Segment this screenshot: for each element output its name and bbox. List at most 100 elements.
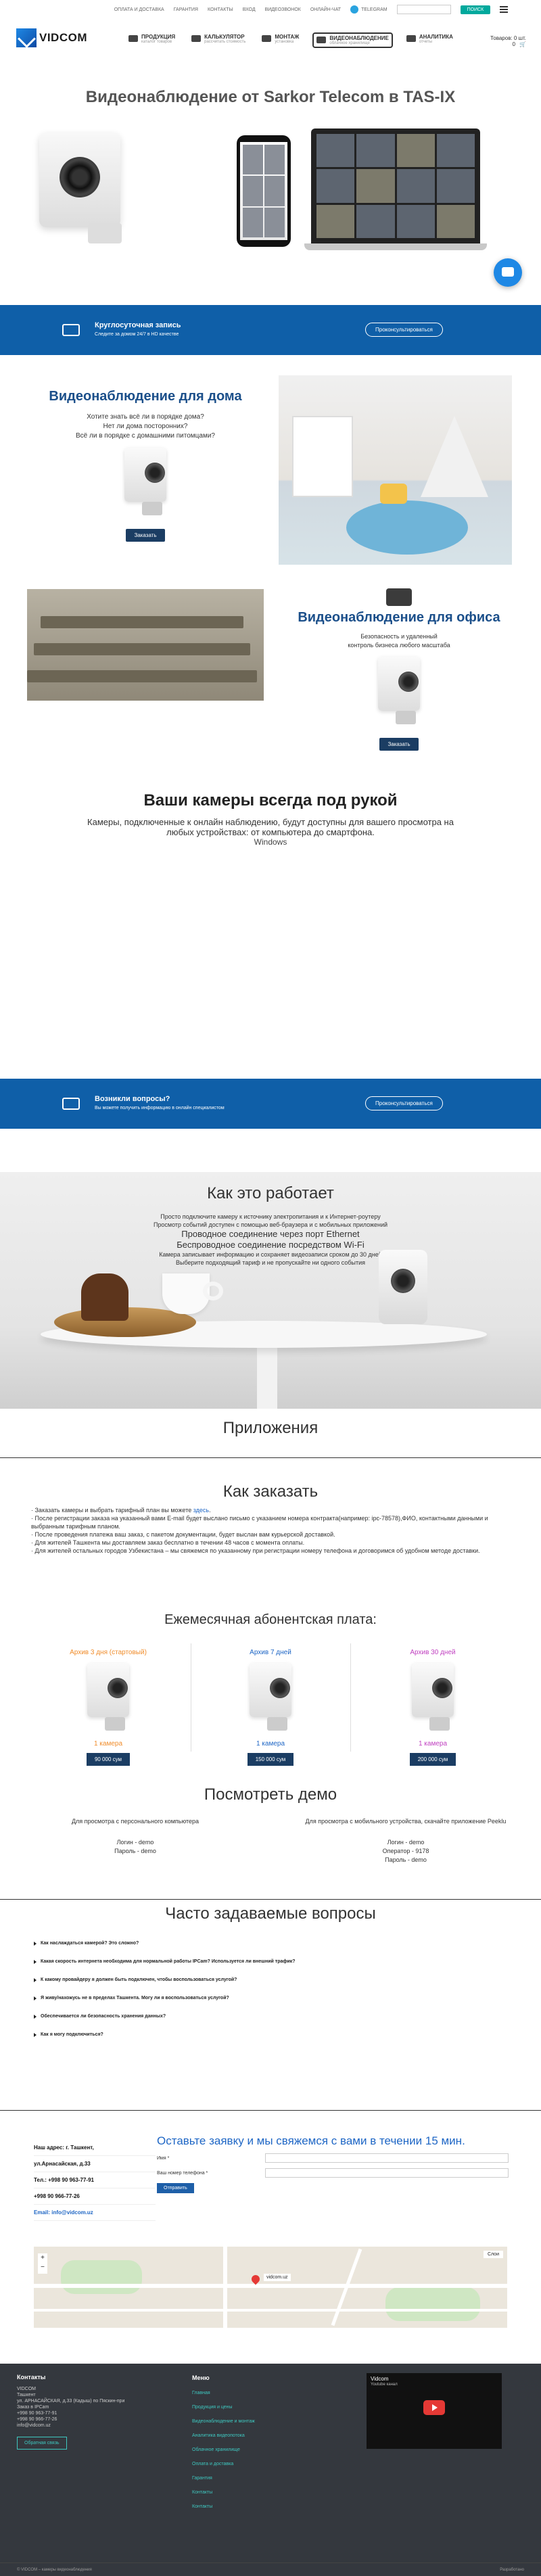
how-it-works-section: Как это работает Просто подключите камер…: [0, 1172, 541, 1409]
topbar-link-chat[interactable]: ОНЛАЙН-ЧАТ: [310, 7, 341, 12]
topbar-link-payment[interactable]: ОПЛАТА И ДОСТАВКА: [114, 7, 164, 12]
phone-field[interactable]: [265, 2168, 509, 2178]
home-title: Видеонаблюдение для дома: [49, 389, 242, 404]
footer-menu-item[interactable]: Контакты: [192, 2504, 354, 2519]
calculator-icon: [191, 35, 202, 42]
faq-item[interactable]: Какая скорость интернета необходима для …: [34, 1952, 507, 1971]
play-icon[interactable]: [423, 2400, 445, 2415]
logo[interactable]: VIDCOM: [16, 28, 87, 47]
office-icon: [386, 588, 412, 606]
nav-item-products[interactable]: ПРОДУКЦИЯ каталог товаров: [126, 32, 178, 48]
divider: [0, 1899, 541, 1900]
camera-image: [240, 1663, 301, 1737]
divider: [0, 2110, 541, 2111]
plan-card: Архив 30 дней 1 камера 200 000 сум: [365, 1649, 500, 1766]
order-office-button[interactable]: Заказать: [379, 738, 419, 751]
map-pin-icon[interactable]: [250, 2273, 262, 2285]
search-button[interactable]: ПОИСК: [460, 5, 491, 14]
faq-title: Часто задаваемые вопросы: [165, 1904, 376, 1923]
footer-menu-item[interactable]: Продукция и цены: [192, 2405, 354, 2419]
developer-link[interactable]: Разработано: [500, 2568, 524, 2572]
consult-button[interactable]: Проконсультироваться: [365, 1096, 443, 1110]
nav-item-surveillance[interactable]: ВИДЕОНАБЛЮДЕНИЕ облачное хранилище: [312, 32, 393, 48]
faq-item[interactable]: Обеспечивается ли безопасность хранения …: [34, 2007, 507, 2025]
chat-widget-icon[interactable]: [494, 258, 522, 287]
cart-label: Товаров: 0 шт.: [490, 35, 526, 41]
plan-price-button[interactable]: 90 000 сум: [86, 1753, 131, 1766]
chat-icon: [62, 324, 80, 336]
footer-menu-item[interactable]: Гарантия: [192, 2476, 354, 2490]
main-header: VIDCOM ПРОДУКЦИЯ каталог товаров КАЛЬКУЛЯ…: [0, 28, 541, 57]
footer-menu-item[interactable]: Оплата и доставка: [192, 2462, 354, 2476]
demo-section: Для просмотра с персонального компьютера…: [0, 1817, 541, 1865]
topbar-link-contacts[interactable]: КОНТАКТЫ: [208, 7, 233, 12]
plan-card: Архив 3 дня (стартовый) 1 камера 90 000 …: [41, 1649, 176, 1766]
footer: Контакты VIDCOM Ташкент ул. АРНАСАЙСКАЯ,…: [0, 2364, 541, 2576]
map-zoom-control[interactable]: + −: [38, 2253, 47, 2274]
nav-item-analytics[interactable]: АНАЛИТИКА отчеты: [404, 32, 456, 48]
nav-item-calculator[interactable]: КАЛЬКУЛЯТОР рассчитать стоимость: [189, 32, 248, 48]
cup-image: [162, 1273, 210, 1314]
camera-image: [115, 448, 176, 522]
demo-title: Посмотреть демо: [204, 1785, 337, 1804]
cloud-camera-icon: [316, 37, 327, 43]
office-section: Видеонаблюдение для офиса Безопасность и…: [291, 588, 507, 751]
name-field[interactable]: [265, 2153, 509, 2163]
installation-icon: [262, 35, 272, 42]
search-input[interactable]: [396, 5, 451, 14]
devices-title: Ваши камеры всегда под рукой: [143, 791, 398, 810]
kids-room-photo: [279, 375, 512, 565]
plan-price-button[interactable]: 150 000 сум: [247, 1753, 294, 1766]
order-step: · Для жителей Ташкента мы доставляем зак…: [31, 1539, 305, 1546]
order-step: · Для жителей остальных городов Узбекист…: [31, 1547, 480, 1554]
divider: [0, 1457, 541, 1458]
telegram-link[interactable]: TELEGRAM: [350, 5, 387, 14]
topbar-link-videocall[interactable]: ВИДЕОЗВОНОК: [265, 7, 301, 12]
main-nav: ПРОДУКЦИЯ каталог товаров КАЛЬКУЛЯТОР расс…: [126, 32, 456, 48]
cart[interactable]: Товаров: 0 шт. 0 🛒: [490, 35, 526, 47]
plan-price-button[interactable]: 200 000 сум: [409, 1753, 456, 1766]
order-here-link[interactable]: здесь: [193, 1507, 209, 1514]
consult-button[interactable]: Проконсультироваться: [365, 323, 443, 337]
send-button[interactable]: Отправить: [157, 2183, 194, 2193]
hero-title: Видеонаблюдение от Sarkor Telecom в TAS-…: [85, 88, 456, 106]
order-home-button[interactable]: Заказать: [126, 529, 165, 542]
plan-card: Архив 7 дней 1 камера 150 000 сум: [203, 1649, 338, 1766]
footer-menu-item[interactable]: Контакты: [192, 2490, 354, 2504]
camera-image: [39, 128, 134, 250]
nav-item-installation[interactable]: МОНТАЖ установка: [259, 32, 302, 48]
cart-icon: 🛒: [519, 41, 526, 47]
promo-banner-recording: Круглосуточная запись Следите за домом 2…: [0, 305, 541, 355]
form-title: Оставьте заявку и мы свяжемся с вами в т…: [157, 2134, 465, 2147]
footer-menu-item[interactable]: Видеонаблюдение и монтаж: [192, 2419, 354, 2433]
youtube-video[interactable]: Vidcom Youtube канал: [367, 2373, 502, 2449]
map[interactable]: + − vidcom.uz Слои: [34, 2247, 507, 2328]
contact-info: Наш адрес: г. Ташкент, ул.Арнасайская, д…: [34, 2140, 156, 2221]
map-layers-button[interactable]: Слои: [483, 2251, 503, 2258]
plans: Архив 3 дня (стартовый) 1 камера 90 000 …: [41, 1649, 500, 1766]
topbar: ОПЛАТА И ДОСТАВКА ГАРАНТИЯ КОНТАКТЫ ВХОД…: [0, 0, 541, 19]
callback-form: Оставьте заявку и мы свяжемся с вами в т…: [157, 2134, 509, 2193]
menu-icon[interactable]: [500, 6, 509, 13]
demo-mobile: Для просмотра с мобильного устройства, с…: [305, 1818, 507, 1863]
footer-contacts: Контакты VIDCOM Ташкент ул. АРНАСАЙСКАЯ,…: [17, 2374, 166, 2450]
analytics-icon: [406, 35, 416, 42]
footer-menu: Меню Главная Продукция и цены Видеонаблю…: [192, 2374, 354, 2519]
footer-menu-item[interactable]: Аналитика видеопотока: [192, 2433, 354, 2448]
faq-item[interactable]: Я живу/нахожусь не в пределах Ташкента. …: [34, 1989, 507, 2007]
promo-banner-questions: Возникли вопросы? Вы можете получить инф…: [0, 1079, 541, 1129]
topbar-link-warranty[interactable]: ГАРАНТИЯ: [174, 7, 198, 12]
footer-bottom: © VIDCOM – камеры видеонаблюдения Разраб…: [0, 2562, 541, 2576]
logo-icon: [16, 28, 37, 47]
how-title: Как это работает: [207, 1184, 334, 1202]
feedback-button[interactable]: Обратная связь: [17, 2437, 67, 2450]
contact-email[interactable]: Email: info@vidcom.uz: [34, 2205, 156, 2221]
footer-menu-item[interactable]: Главная: [192, 2391, 354, 2405]
plans-title: Ежемесячная абонентская плата:: [164, 1612, 377, 1627]
footer-menu-item[interactable]: Облачное хранилище: [192, 2448, 354, 2462]
products-icon: [128, 35, 138, 42]
faq-item[interactable]: Как наслаждаться камерой? Это сложно?: [34, 1934, 507, 1952]
topbar-link-login[interactable]: ВХОД: [243, 7, 256, 12]
faq-item[interactable]: К какому провайдеру я должен быть подклю…: [34, 1971, 507, 1989]
faq-item[interactable]: Как я могу подключиться?: [34, 2025, 507, 2044]
